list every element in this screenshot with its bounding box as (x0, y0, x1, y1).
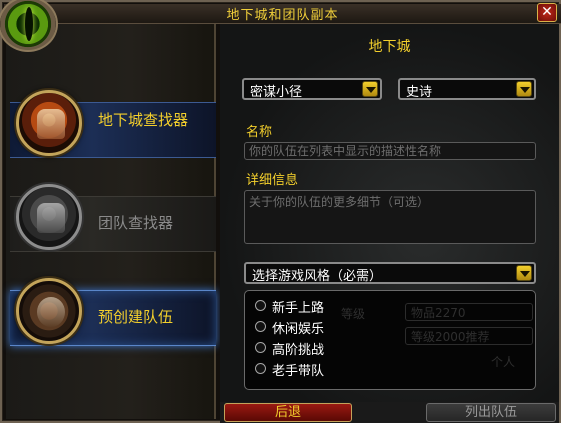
ghost-field-text: 等级2000推荐 (411, 330, 490, 344)
sidebar: 地下城查找器 团队查找器 预创建队伍 (6, 24, 216, 419)
option-label: 休闲娱乐 (272, 322, 325, 337)
category-dropdown[interactable]: 密谋小径 (242, 78, 382, 100)
back-button[interactable]: 后退 (224, 403, 352, 422)
name-label: 名称 (246, 125, 273, 140)
sidebar-item-label: 地下城查找器 (98, 111, 189, 129)
helmet-raid-icon (16, 184, 82, 250)
sidebar-item-label: 预创建队伍 (98, 308, 174, 326)
chevron-down-icon[interactable] (516, 81, 532, 97)
lfg-window: 地下城和团队副本 ✕ 地下城查找器 团队查找器 预创建队伍 地下城 密谋小径 史… (0, 0, 561, 423)
playstyle-menu: 等级 物品2270 等级2000推荐 个人 新手上路 休闲娱乐 高阶挑战 老手带… (244, 290, 536, 390)
name-input[interactable] (244, 142, 536, 160)
sidebar-item-label: 团队查找器 (98, 214, 174, 232)
radio-button-icon[interactable] (255, 321, 266, 332)
page-title: 地下城 (368, 39, 411, 55)
ghost-level-label: 等级 (341, 307, 366, 321)
option-label: 老手带队 (272, 364, 325, 379)
option-label: 高阶挑战 (272, 343, 325, 358)
sidebar-item-raid-finder[interactable]: 团队查找器 (10, 182, 216, 260)
details-input[interactable] (244, 190, 536, 244)
ghost-checkbox-label: 个人 (491, 355, 516, 369)
dropdown-value: 选择游戏风格（必需） (252, 269, 383, 284)
window-title: 地下城和团队副本 (226, 8, 339, 23)
helmet-dungeon-icon (16, 90, 82, 156)
radio-button-icon[interactable] (255, 300, 266, 311)
radio-button-icon[interactable] (255, 363, 266, 374)
chevron-down-icon[interactable] (362, 81, 378, 97)
sidebar-item-dungeon-finder[interactable]: 地下城查找器 (10, 88, 216, 166)
sidebar-item-premade-groups[interactable]: 预创建队伍 (10, 276, 216, 354)
details-label: 详细信息 (246, 173, 299, 188)
dropdown-value: 密谋小径 (250, 85, 303, 100)
list-group-button[interactable]: 列出队伍 (426, 403, 556, 422)
premade-group-icon (16, 278, 82, 344)
footer-bar: 后退 列出队伍 (220, 402, 559, 423)
radio-button-icon[interactable] (255, 342, 266, 353)
dropdown-value: 史诗 (406, 85, 433, 100)
chevron-down-icon[interactable] (516, 265, 532, 281)
playstyle-dropdown[interactable]: 选择游戏风格（必需） (244, 262, 536, 284)
close-button[interactable]: ✕ (537, 3, 557, 22)
difficulty-dropdown[interactable]: 史诗 (398, 78, 536, 100)
main-panel: 地下城 密谋小径 史诗 名称 详细信息 选择游戏风格（必需） 等级 物品2270… (220, 24, 559, 404)
option-label: 新手上路 (272, 301, 325, 316)
ghost-field-text: 物品2270 (411, 306, 466, 320)
